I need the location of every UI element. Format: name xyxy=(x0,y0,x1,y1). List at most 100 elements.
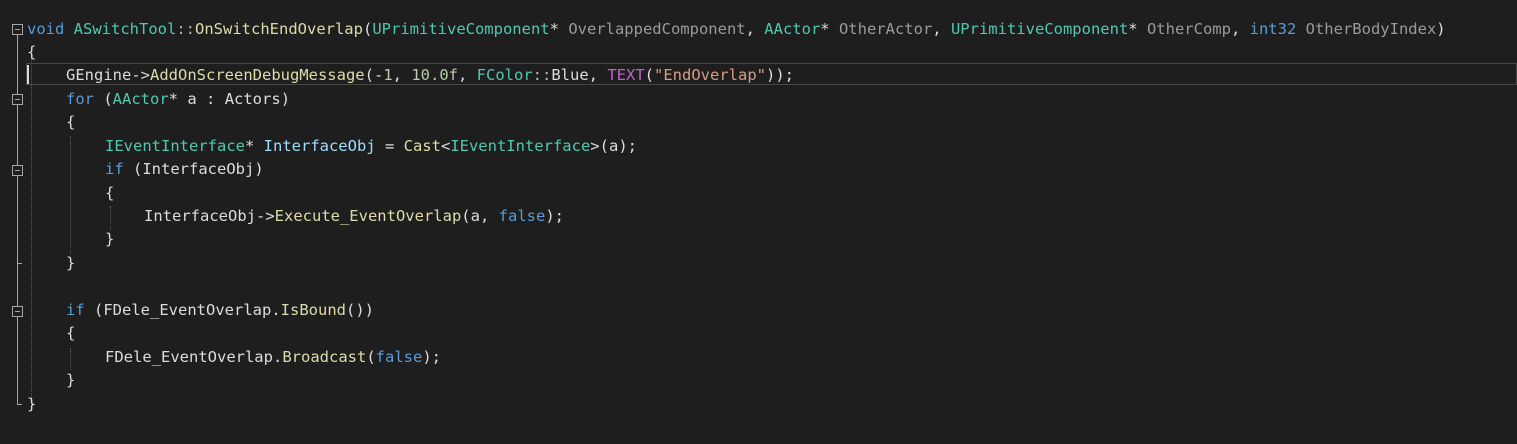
loop-variable: a xyxy=(187,90,197,108)
code-editor[interactable]: void ASwitchTool::OnSwitchEndOverlap(UPr… xyxy=(0,0,1517,444)
punctuation: * xyxy=(1128,20,1147,38)
open-brace: { xyxy=(105,184,115,202)
punctuation: )); xyxy=(766,66,794,84)
function-name: Broadcast xyxy=(282,348,367,366)
punctuation: ( xyxy=(84,301,104,319)
number-literal: 10.0f xyxy=(411,66,458,84)
keyword-false: false xyxy=(498,207,546,225)
arrow-operator: -> xyxy=(131,66,150,84)
variable-name: InterfaceObj xyxy=(263,137,376,155)
punctuation: ()) xyxy=(346,301,374,319)
punctuation: ( xyxy=(644,66,655,84)
punctuation: * xyxy=(549,20,569,38)
indent-guide xyxy=(31,50,32,400)
dot-operator: . xyxy=(271,301,281,319)
enum-value: Blue xyxy=(551,66,589,84)
close-brace: } xyxy=(66,371,76,389)
code-line-1[interactable]: void ASwitchTool::OnSwitchEndOverlap(UPr… xyxy=(27,18,1446,40)
punctuation: , xyxy=(588,66,608,84)
keyword-if: if xyxy=(105,160,124,178)
parameter-name: OtherActor xyxy=(838,20,933,38)
code-line-3[interactable]: GEngine->AddOnScreenDebugMessage(-1, 10.… xyxy=(66,64,794,86)
keyword-for: for xyxy=(66,90,94,108)
variable-name: GEngine xyxy=(66,66,132,84)
open-brace: { xyxy=(66,113,76,131)
function-name: Execute_EventOverlap xyxy=(274,207,462,225)
collapse-for-icon[interactable] xyxy=(12,94,23,105)
code-line-13[interactable]: if (FDele_EventOverlap.IsBound()) xyxy=(66,299,374,321)
punctuation: , xyxy=(932,20,951,38)
outlining-margin xyxy=(0,0,26,444)
string-literal: "EndOverlap" xyxy=(654,66,766,84)
punctuation: ( xyxy=(94,90,113,108)
code-line-5[interactable]: { xyxy=(66,111,75,133)
code-line-4[interactable]: for (AActor* a : Actors) xyxy=(66,88,290,110)
punctuation: * xyxy=(168,90,188,108)
punctuation: >( xyxy=(590,137,609,155)
variable-name: a xyxy=(608,137,619,155)
code-line-14[interactable]: { xyxy=(66,322,75,344)
type-keyword: int32 xyxy=(1249,20,1297,38)
type-name: AActor xyxy=(764,20,821,38)
open-brace: { xyxy=(66,324,76,342)
parameter-name: OtherBodyIndex xyxy=(1305,20,1437,38)
dot-operator: . xyxy=(272,348,283,366)
punctuation: ); xyxy=(422,348,442,366)
punctuation: < xyxy=(440,137,451,155)
variable-name: InterfaceObj xyxy=(142,160,255,178)
text-caret xyxy=(27,65,29,84)
punctuation: : xyxy=(196,90,225,108)
punctuation: , xyxy=(392,66,412,84)
class-name: ASwitchTool xyxy=(73,20,177,38)
punctuation: ) xyxy=(1436,20,1446,38)
code-line-7[interactable]: if (InterfaceObj) xyxy=(105,158,264,180)
type-name: IEventInterface xyxy=(450,137,591,155)
code-line-9[interactable]: InterfaceObj->Execute_EventOverlap(a, fa… xyxy=(144,205,564,227)
arrow-operator: -> xyxy=(255,207,275,225)
indent-guide xyxy=(70,348,71,370)
keyword-false: false xyxy=(375,348,423,366)
punctuation: , xyxy=(458,66,477,84)
variable-name: Actors xyxy=(224,90,281,108)
function-name: OnSwitchEndOverlap xyxy=(195,20,363,38)
collapse-if-icon[interactable] xyxy=(12,165,23,176)
punctuation: ) xyxy=(254,160,264,178)
scope-operator: :: xyxy=(532,66,552,84)
close-brace: } xyxy=(105,230,115,248)
code-line-8[interactable]: { xyxy=(105,182,114,204)
code-line-17[interactable]: } xyxy=(27,393,36,415)
close-brace: } xyxy=(27,395,37,413)
punctuation: * xyxy=(820,20,839,38)
code-line-16[interactable]: } xyxy=(66,369,75,391)
variable-name: InterfaceObj xyxy=(144,207,256,225)
type-name: FColor xyxy=(476,66,533,84)
code-line-2[interactable]: { xyxy=(27,41,36,63)
punctuation: ( xyxy=(362,20,373,38)
function-fold-end xyxy=(17,404,22,405)
type-name: AActor xyxy=(112,90,169,108)
collapse-if-bound-icon[interactable] xyxy=(12,306,23,317)
for-fold-end xyxy=(17,263,22,264)
variable-name: FDele_EventOverlap xyxy=(105,348,273,366)
variable-name: a xyxy=(470,207,480,225)
variable-name: FDele_EventOverlap xyxy=(103,301,272,319)
parameter-name: OverlappedComponent xyxy=(568,20,746,38)
punctuation: * xyxy=(244,137,264,155)
code-line-6[interactable]: IEventInterface* InterfaceObj = Cast<IEv… xyxy=(105,135,637,157)
punctuation: ); xyxy=(545,207,564,225)
punctuation: , xyxy=(745,20,765,38)
code-line-10[interactable]: } xyxy=(105,228,114,250)
code-line-15[interactable]: FDele_EventOverlap.Broadcast(false); xyxy=(105,346,441,368)
function-name: IsBound xyxy=(280,301,346,319)
type-name: UPrimitiveComponent xyxy=(372,20,550,38)
punctuation: ( xyxy=(461,207,471,225)
collapse-function-icon[interactable] xyxy=(12,24,23,35)
code-line-11[interactable]: } xyxy=(66,252,75,274)
indent-guide xyxy=(110,206,111,230)
scope-operator: :: xyxy=(176,20,195,38)
parameter-name: OtherComp xyxy=(1146,20,1231,38)
close-brace: } xyxy=(66,254,76,272)
function-name: Cast xyxy=(403,137,441,155)
